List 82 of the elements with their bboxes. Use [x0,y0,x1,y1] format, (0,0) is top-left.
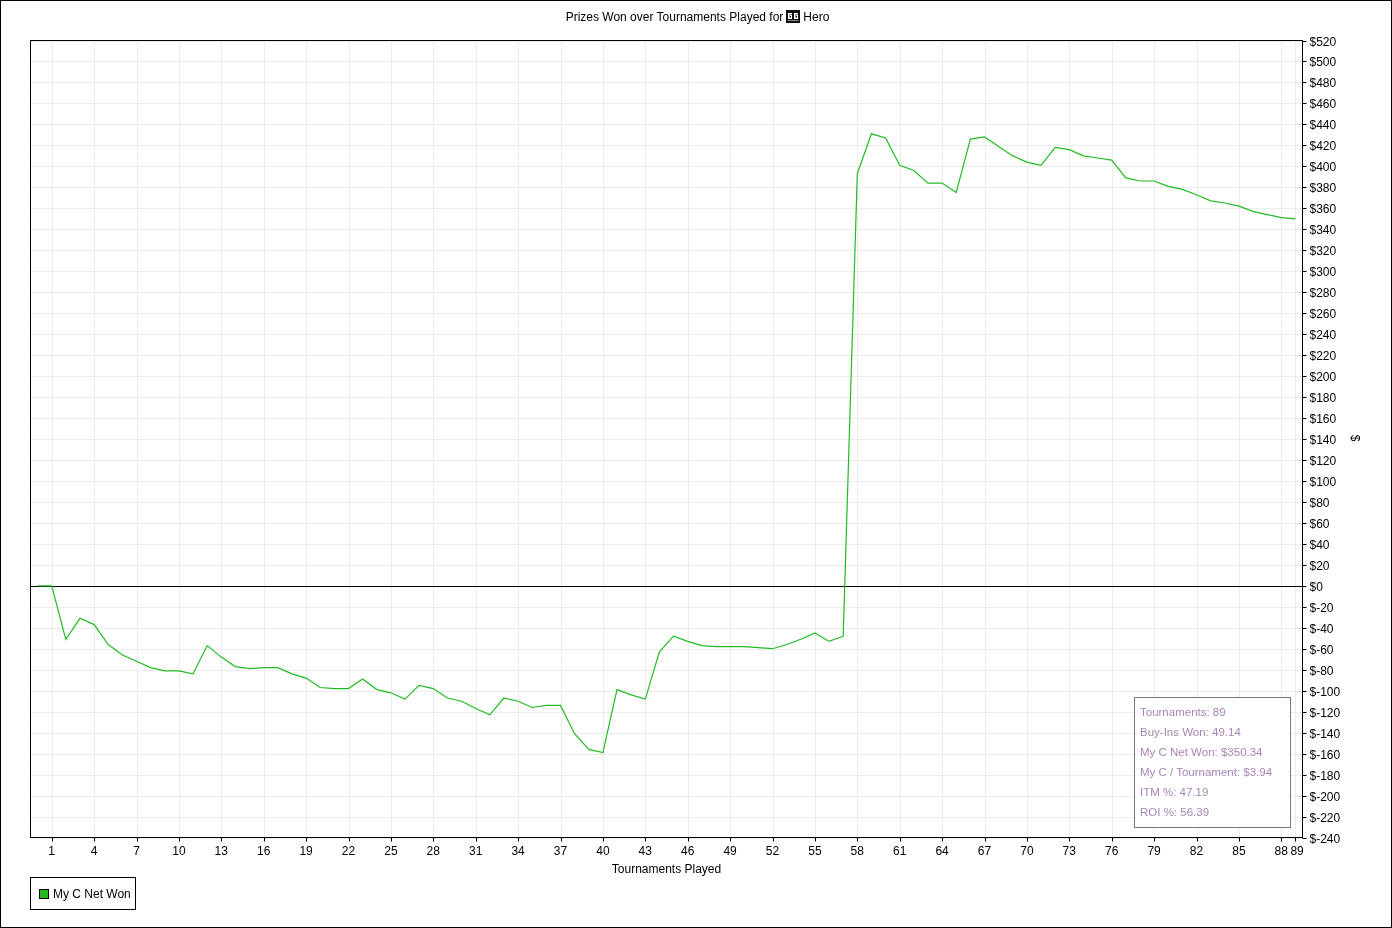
y-tick-label: $-60 [1309,642,1334,657]
y-tick-label: $500 [1309,54,1337,69]
legend-label: My C Net Won [53,886,131,901]
y-tick-label: $160 [1309,411,1337,426]
site-logo-icon [786,10,801,23]
x-tick-label: 70 [1020,843,1034,858]
y-tick-label: $460 [1309,96,1337,111]
y-tick-label: $-200 [1309,789,1341,804]
x-tick-label: 64 [935,843,949,858]
y-tick-label: $380 [1309,180,1337,195]
y-tick-label: $360 [1309,201,1337,216]
y-tick-label: $120 [1309,453,1337,468]
y-tick-label: $240 [1309,327,1337,342]
x-tick-label: 79 [1147,843,1161,858]
y-tick-label: $-140 [1309,726,1341,741]
y-tick-label: $20 [1309,558,1330,573]
y-tick-label: $80 [1309,495,1330,510]
x-tick-label: 67 [977,843,992,858]
x-tick-label: 19 [299,843,313,858]
y-tick-label: $400 [1309,159,1337,174]
x-tick-label: 4 [90,843,98,858]
y-tick-label: $280 [1309,285,1337,300]
y-tick-label: $260 [1309,306,1337,321]
y-tick-label: $220 [1309,348,1337,363]
y-tick-label: $-160 [1309,747,1341,762]
x-tick-label: 85 [1232,843,1246,858]
y-tick-label: $40 [1309,537,1330,552]
player-name: Hero [803,9,830,24]
stat-line: Buy-Ins Won: 49.14 [1140,725,1242,740]
y-tick-label: $-120 [1309,705,1341,720]
stat-line: ROI %: 56.39 [1140,805,1211,820]
y-tick-label: $440 [1309,117,1337,132]
x-tick-label: 1 [48,843,56,858]
y-tick-label: $520 [1309,34,1337,49]
x-tick-label: 40 [596,843,610,858]
x-tick-label: 25 [384,843,398,858]
y-tick-label: $0 [1309,579,1323,594]
stat-line: Tournaments: 89 [1140,705,1227,720]
x-tick-label: 13 [214,843,228,858]
y-tick-label: $340 [1309,222,1337,237]
x-tick-label: 58 [850,843,864,858]
y-tick-label: $200 [1309,369,1337,384]
y-tick-label: $300 [1309,264,1337,279]
x-tick-label: 52 [765,843,780,858]
x-tick-label: 10 [172,843,186,858]
chart-title: Prizes Won over Tournaments Played for [565,9,784,24]
y-tick-label: $-240 [1309,831,1341,846]
y-tick-label: $140 [1309,432,1337,447]
y-tick-label: $-100 [1309,684,1341,699]
x-tick-label: 73 [1062,843,1076,858]
y-tick-label: $100 [1309,474,1337,489]
x-tick-label: 16 [257,843,271,858]
x-tick-label: 31 [469,843,483,858]
x-tick-label: 28 [426,843,440,858]
y-tick-label: $-180 [1309,768,1341,783]
x-tick-label: 49 [723,843,737,858]
x-axis-title: Tournaments Played [611,861,722,876]
y-tick-label: $320 [1309,243,1337,258]
x-tick-label: 61 [893,843,907,858]
y-tick-label: $-40 [1309,621,1334,636]
x-tick-label: 34 [511,843,525,858]
stat-line: My C Net Won: $350.34 [1140,745,1264,760]
y-tick-label: $420 [1309,138,1337,153]
y-axis-title: $ [1348,434,1362,442]
stat-line: My C / Tournament: $3.94 [1140,765,1274,780]
stat-line: ITM %: 47.19 [1140,785,1210,800]
x-tick-label: 7 [133,843,140,858]
x-tick-label: 22 [341,843,356,858]
x-tick-label: 82 [1189,843,1204,858]
x-tick-label: 43 [638,843,652,858]
x-tick-label: 37 [553,843,568,858]
y-tick-label: $-20 [1309,600,1334,615]
x-tick-label: 55 [808,843,822,858]
y-tick-label: $-80 [1309,663,1334,678]
x-tick-label: 46 [681,843,695,858]
y-tick-label: $180 [1309,390,1337,405]
x-tick-label: 89 [1290,843,1304,858]
y-tick-label: $-220 [1309,810,1341,825]
y-tick-label: $480 [1309,75,1337,90]
x-tick-label: 76 [1105,843,1119,858]
x-tick-label: 88 [1274,843,1288,858]
y-tick-label: $60 [1309,516,1330,531]
